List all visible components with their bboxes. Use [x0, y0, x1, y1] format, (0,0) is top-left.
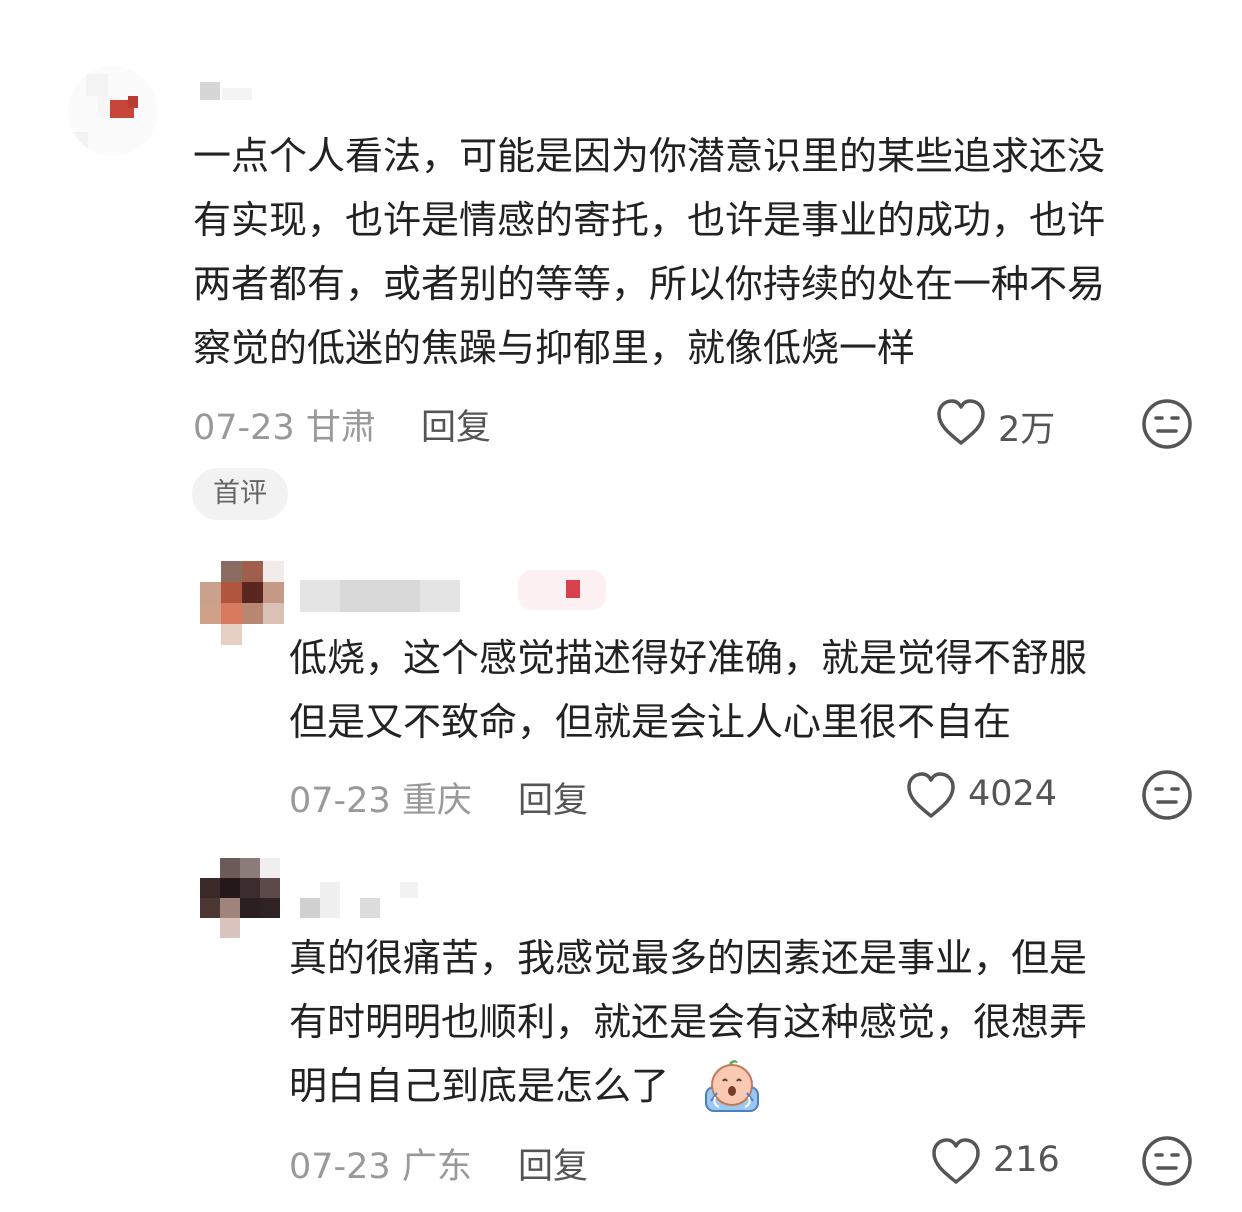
- comment-date-location: 07-23 甘肃: [193, 408, 376, 448]
- like-button[interactable]: [904, 769, 958, 825]
- comment-text-line: 有时明明也顺利，就还是会有这种感觉，很想弄: [289, 1000, 1088, 1044]
- avatar[interactable]: [200, 561, 284, 645]
- comment-text-line: 明白自己到底是怎么了: [289, 1064, 670, 1108]
- like-button[interactable]: [929, 1135, 983, 1191]
- first-comment-badge: 首评: [192, 468, 288, 520]
- meh-face-icon: [1142, 770, 1192, 820]
- comment-text-line: 真的很痛苦，我感觉最多的因素还是事业，但是: [289, 936, 1088, 980]
- meh-face-icon: [1142, 1136, 1192, 1186]
- username-blurred[interactable]: [200, 82, 220, 100]
- avatar[interactable]: [200, 858, 280, 938]
- comment-date-location: 07-23 重庆: [289, 781, 472, 821]
- username-blurred-part: [400, 882, 418, 898]
- like-count: 4024: [968, 774, 1058, 814]
- crying-face-emoji: [703, 1057, 761, 1119]
- heart-icon: [932, 1138, 980, 1184]
- reply-button[interactable]: 回复: [518, 772, 588, 823]
- username-blurred[interactable]: [300, 898, 320, 918]
- heart-icon: [937, 399, 985, 445]
- avatar[interactable]: [68, 66, 158, 156]
- dislike-button[interactable]: [1141, 398, 1193, 454]
- like-button[interactable]: [934, 396, 988, 452]
- like-count: 216: [993, 1140, 1060, 1180]
- user-tag-blurred: [518, 570, 606, 610]
- user-tag-mark: [566, 580, 580, 598]
- like-count: 2万: [998, 410, 1056, 450]
- dislike-button[interactable]: [1141, 1135, 1193, 1191]
- reply-button[interactable]: 回复: [518, 1138, 588, 1189]
- dislike-button[interactable]: [1141, 769, 1193, 825]
- username-blurred-faint: [222, 88, 252, 100]
- comment-text-line: 两者都有，或者别的等等，所以你持续的处在一种不易: [193, 262, 1106, 306]
- username-blurred-part: [360, 898, 380, 918]
- comment-text-line: 但是又不致命，但就是会让人心里很不自在: [289, 700, 1012, 744]
- reply-button[interactable]: 回复: [421, 399, 491, 450]
- username-blurred-edge: [340, 580, 420, 612]
- comment-text-line: 察觉的低迷的焦躁与抑郁里，就像低烧一样: [193, 326, 916, 370]
- comment-text-line: 低烧，这个感觉描述得好准确，就是觉得不舒服: [289, 636, 1088, 680]
- meh-face-icon: [1142, 399, 1192, 449]
- comment-date-location: 07-23 广东: [289, 1147, 472, 1187]
- username-blurred-part: [320, 882, 340, 918]
- comment-text-line: 一点个人看法，可能是因为你潜意识里的某些追求还没: [193, 134, 1106, 178]
- heart-icon: [907, 772, 955, 818]
- comment-text-line: 有实现，也许是情感的寄托，也许是事业的成功，也许: [193, 198, 1106, 242]
